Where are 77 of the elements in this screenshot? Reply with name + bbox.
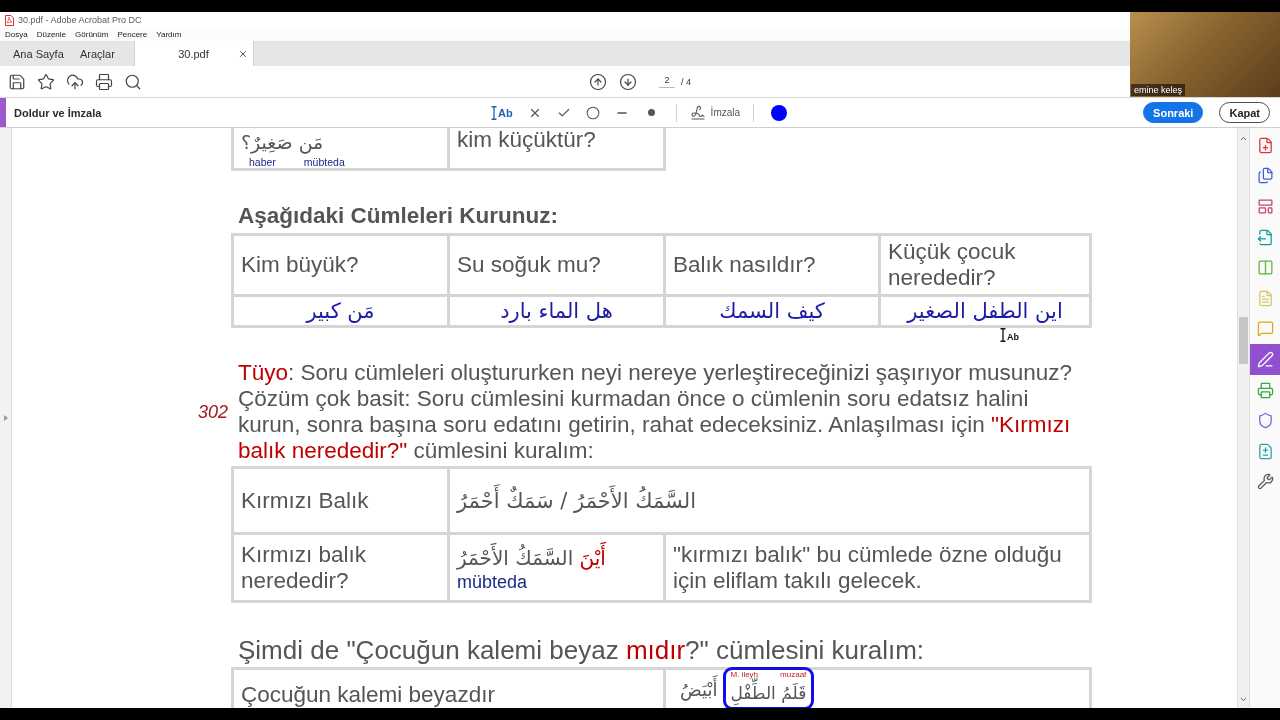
- grammar-note: mübteda: [457, 573, 528, 592]
- scroll-down-icon[interactable]: [1239, 695, 1248, 704]
- table-cell: Kırmızı Balık: [234, 469, 447, 532]
- shield-icon: [1256, 412, 1274, 430]
- menu-item[interactable]: Dosya: [5, 29, 28, 40]
- printer-icon: [1256, 381, 1274, 399]
- page-number-field[interactable]: 2: [659, 75, 675, 88]
- menu-item[interactable]: Pencere: [117, 29, 148, 40]
- section-heading: Şimdi de "Çocuğun kalemi beyaz mıdır?" cümlesini kuralım:: [237, 635, 925, 665]
- text-cursor-icon: [1000, 328, 1006, 342]
- columns-icon: [1256, 259, 1274, 277]
- comment-icon: [1256, 320, 1274, 338]
- arabic-text: أَبْيَضُ: [680, 676, 718, 704]
- scrollbar-thumb[interactable]: [1239, 317, 1248, 364]
- tab[interactable]: 30.pdf: [134, 41, 254, 66]
- menu-item[interactable]: Düzenle: [36, 29, 67, 40]
- text-cursor-icon: [490, 105, 497, 120]
- next-page-icon[interactable]: [619, 72, 637, 91]
- cloud-upload-icon[interactable]: [66, 72, 84, 91]
- files-icon: [1256, 167, 1274, 185]
- table-cell: Balık nasıldır?: [666, 236, 878, 294]
- file-plus-icon: [1256, 136, 1274, 154]
- search-icon[interactable]: [124, 72, 142, 91]
- arabic-text: مَن صَغِيرٌ؟: [241, 130, 324, 156]
- handwritten-answer: اين الطفل الصغير: [881, 297, 1089, 325]
- grammar-note: mübteda: [303, 156, 345, 168]
- table-cell: Kırmızı balık nerededir?: [234, 535, 447, 600]
- table-cell: "kırmızı balık" bu cümlede özne olduğu için eliflam takılı gelecek.: [666, 535, 1089, 600]
- handwritten-answer: كيف السمك: [666, 297, 878, 325]
- participant-name: emine keleş: [1131, 84, 1186, 96]
- layout-icon: [1256, 198, 1274, 215]
- handwritten-answer: هل الماء بارد: [450, 297, 663, 325]
- signature-icon: [689, 104, 706, 121]
- menu-item[interactable]: Yardım: [156, 29, 182, 40]
- grammar-note: M. ileyh: [730, 670, 759, 679]
- window-title: 30.pdf - Adobe Acrobat Pro DC: [18, 15, 142, 25]
- page-number: 302: [197, 402, 228, 422]
- sign-button[interactable]: İmzala: [686, 102, 744, 123]
- circle-tool-icon[interactable]: [586, 105, 601, 120]
- tool-button[interactable]: [1250, 344, 1280, 375]
- table-cell: Çocuğun kalemi beyazdır: [234, 670, 663, 708]
- page-count: / 4: [681, 76, 691, 87]
- table-cell: Su soğuk mu?: [450, 236, 663, 294]
- tab[interactable]: Ana Sayfa: [0, 41, 67, 66]
- file-plus-minus-icon: [1256, 442, 1274, 460]
- close-button[interactable]: Kapat: [1219, 102, 1270, 123]
- handwritten-answer: مَن كبير: [234, 297, 447, 325]
- close-icon[interactable]: [238, 48, 248, 59]
- color-swatch-icon[interactable]: [770, 104, 787, 121]
- star-icon[interactable]: [37, 72, 55, 91]
- pen-icon: [1256, 350, 1274, 368]
- scrollbar[interactable]: [1237, 128, 1249, 708]
- arabic-text: السَّمَكُ الأَحْمَرُ / سَمَكٌ أَحْمَرُ: [457, 485, 697, 516]
- scroll-up-icon[interactable]: [1239, 134, 1248, 143]
- arabic-text: أَيْنَ السَّمَكُ الأَحْمَرُ: [457, 543, 606, 573]
- add-text-tool[interactable]: Ab: [486, 102, 517, 123]
- panel-title: Doldur ve İmzala: [14, 106, 102, 119]
- accent-stripe: [0, 98, 6, 127]
- save-icon[interactable]: [8, 72, 26, 91]
- tab[interactable]: Araçlar: [67, 41, 134, 66]
- menu-item[interactable]: Görünüm: [75, 29, 109, 40]
- section-heading: Aşağıdaki Cümleleri Kurunuz:: [237, 203, 559, 229]
- file-arrow-icon: [1256, 228, 1274, 246]
- document-icon: [1256, 289, 1274, 307]
- dot-tool-icon[interactable]: [647, 109, 655, 116]
- table-cell: kim küçüktür?: [450, 128, 663, 168]
- table-cell: Küçük çocuk nerededir?: [881, 236, 1089, 294]
- printer-icon[interactable]: [95, 72, 113, 91]
- cursor-label: Ab: [1007, 332, 1019, 342]
- wrench-icon: [1256, 473, 1274, 491]
- next-button[interactable]: Sonraki: [1143, 102, 1204, 123]
- previous-page-icon[interactable]: [589, 72, 607, 91]
- grammar-note: haber: [249, 156, 276, 168]
- table-cell: Kim büyük?: [234, 236, 447, 294]
- grammar-note: muzaaf: [780, 670, 807, 680]
- expand-arrow-icon[interactable]: [3, 415, 8, 421]
- tip-paragraph: Tüyo: Soru cümleleri oluştururken neyi nereye yerleştireceğinizi şaşırıyor musunuz? Çözüm çok basit: Soru cümlesini kurmadan önce o cümlenin soru edatsız halini kurun, sonra başına soru edatını getirin, rahat edeceksiniz. Anlaşılması için "Kırmızı balık nerededir?" cümlesini kuralım:: [237, 360, 1074, 464]
